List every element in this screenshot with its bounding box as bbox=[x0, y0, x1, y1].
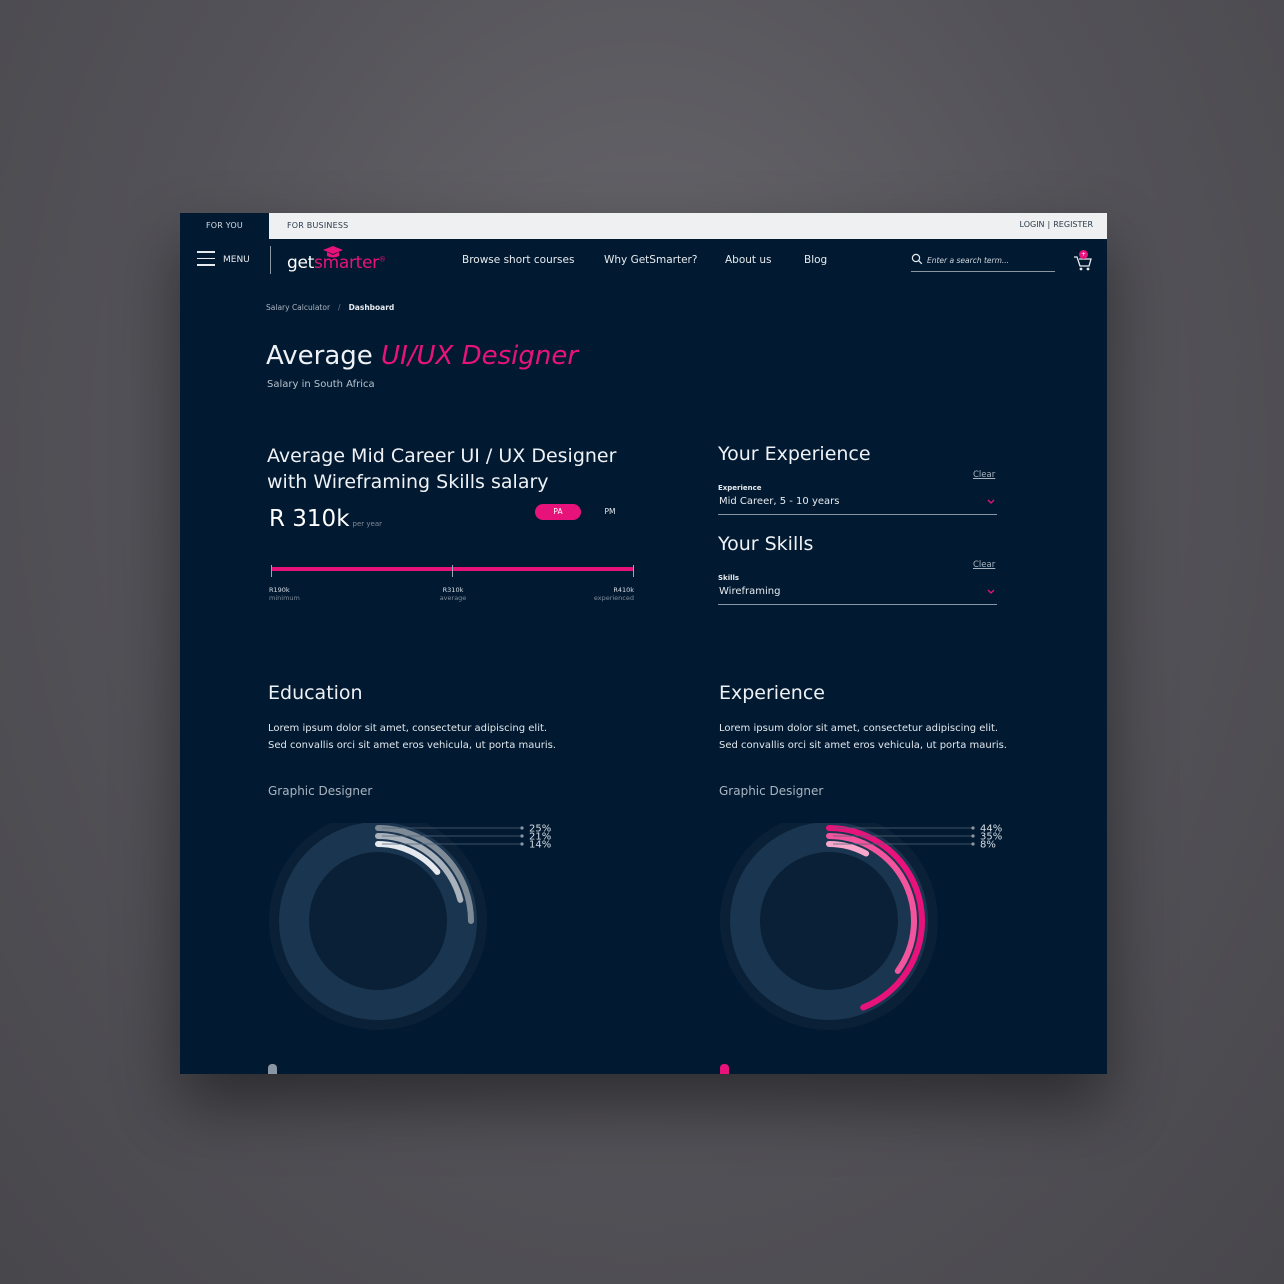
range-max-caption: experienced bbox=[593, 594, 634, 602]
salary-title: Average Mid Career UI / UX Designer with… bbox=[267, 445, 617, 493]
chart-leader-dot-2 bbox=[971, 834, 975, 838]
nav-link-blog[interactable]: Blog bbox=[804, 254, 827, 266]
education-radial-chart: 25%21%14% bbox=[269, 823, 551, 1030]
range-label-average: R310k average bbox=[436, 586, 470, 602]
nav-link-browse-courses[interactable]: Browse short courses bbox=[462, 254, 574, 266]
login-link[interactable]: LOGIN bbox=[1020, 220, 1045, 229]
range-max-value: R410k bbox=[613, 586, 634, 594]
menu-button[interactable]: MENU bbox=[223, 255, 250, 265]
separator: | bbox=[1047, 220, 1051, 229]
per-year-label: per year bbox=[352, 520, 382, 528]
search-icon[interactable] bbox=[911, 253, 923, 265]
salary-amount: R 310k per year bbox=[269, 506, 382, 532]
education-chart-title: Graphic Designer bbox=[268, 784, 373, 798]
range-tick-min bbox=[271, 565, 272, 577]
range-tick-average bbox=[452, 565, 453, 577]
breadcrumb-current: Dashboard bbox=[348, 303, 395, 312]
chart-leader-dot-1 bbox=[520, 826, 524, 830]
experience-field-label: Experience bbox=[718, 484, 762, 492]
utility-bar: FOR YOU FOR BUSINESS LOGIN | REGISTER bbox=[180, 213, 1107, 239]
breadcrumb: Salary Calculator / Dashboard bbox=[266, 303, 394, 312]
chart-leader-dot-1 bbox=[971, 826, 975, 830]
page-subtitle: Salary in South Africa bbox=[267, 379, 375, 390]
toggle-per-annum[interactable]: PA bbox=[535, 504, 581, 520]
page-title-role: UI/UX Designer bbox=[381, 341, 579, 371]
getsmarter-logo[interactable]: getsmarter® bbox=[287, 253, 386, 273]
experience-select[interactable]: Mid Career, 5 - 10 years bbox=[718, 494, 997, 515]
clear-experience-link[interactable]: Clear bbox=[973, 470, 995, 480]
experience-radial-chart: 44%35%8% bbox=[720, 823, 1002, 1030]
nav-link-why-getsmarter[interactable]: Why GetSmarter? bbox=[604, 254, 697, 266]
skills-field-label: Skills bbox=[718, 574, 740, 582]
page-title-prefix: Average bbox=[266, 341, 373, 371]
experience-chart-title: Graphic Designer bbox=[719, 784, 824, 798]
chart-value-label-3: 14% bbox=[529, 840, 551, 851]
cart-badge: + bbox=[1079, 250, 1088, 259]
experience-title: Experience bbox=[719, 682, 825, 704]
chevron-down-icon bbox=[987, 499, 995, 504]
range-tick-max bbox=[633, 565, 634, 577]
toggle-per-month[interactable]: PM bbox=[595, 504, 625, 520]
browser-window: FOR YOU FOR BUSINESS LOGIN | REGISTER MENU… bbox=[180, 213, 1107, 1074]
nav-link-about-us[interactable]: About us bbox=[725, 254, 772, 266]
experience-description: Lorem ipsum dolor sit amet, consectetur … bbox=[719, 723, 1007, 751]
chart-leader-dot-2 bbox=[520, 834, 524, 838]
range-label-experienced: R410k experienced bbox=[574, 586, 634, 602]
register-link[interactable]: REGISTER bbox=[1053, 220, 1093, 229]
logo-smarter: smarter bbox=[314, 253, 379, 273]
range-min-value: R190k bbox=[269, 586, 290, 594]
nav-divider bbox=[270, 246, 271, 274]
account-links: LOGIN | REGISTER bbox=[1020, 213, 1093, 237]
skills-select[interactable]: Wireframing bbox=[718, 584, 997, 605]
range-avg-value: R310k bbox=[442, 586, 464, 594]
range-min-caption: minimum bbox=[269, 594, 300, 602]
salary-value: R 310k bbox=[269, 506, 350, 532]
logo-get: get bbox=[287, 253, 315, 273]
main-navbar: MENU getsmarter® Browse short courses Wh… bbox=[180, 239, 1107, 283]
breadcrumb-salary-calculator[interactable]: Salary Calculator bbox=[266, 303, 330, 312]
experience-select-value: Mid Career, 5 - 10 years bbox=[719, 496, 840, 507]
skills-select-value: Wireframing bbox=[719, 586, 781, 597]
experience-scroll-indicator[interactable] bbox=[720, 1064, 729, 1074]
tab-for-you[interactable]: FOR YOU bbox=[180, 213, 269, 239]
range-avg-caption: average bbox=[439, 594, 467, 602]
registered-mark-icon: ® bbox=[378, 255, 386, 264]
chart-leader-dot-3 bbox=[520, 842, 524, 846]
search-input[interactable] bbox=[925, 251, 1057, 269]
chevron-down-icon bbox=[987, 589, 995, 594]
your-skills-title: Your Skills bbox=[718, 533, 814, 555]
search-bar bbox=[911, 251, 1057, 272]
education-scroll-indicator[interactable] bbox=[268, 1064, 277, 1074]
your-experience-title: Your Experience bbox=[718, 443, 871, 465]
breadcrumb-separator: / bbox=[338, 303, 341, 312]
tab-for-business[interactable]: FOR BUSINESS bbox=[287, 213, 348, 239]
page-title: Average UI/UX Designer bbox=[266, 341, 578, 371]
chart-leader-dot-3 bbox=[971, 842, 975, 846]
clear-skills-link[interactable]: Clear bbox=[973, 560, 995, 570]
chart-value-label-3: 8% bbox=[980, 840, 996, 851]
education-title: Education bbox=[268, 682, 363, 704]
education-description: Lorem ipsum dolor sit amet, consectetur … bbox=[268, 723, 556, 751]
hamburger-menu-icon[interactable] bbox=[197, 251, 215, 267]
range-label-minimum: R190k minimum bbox=[269, 586, 300, 602]
